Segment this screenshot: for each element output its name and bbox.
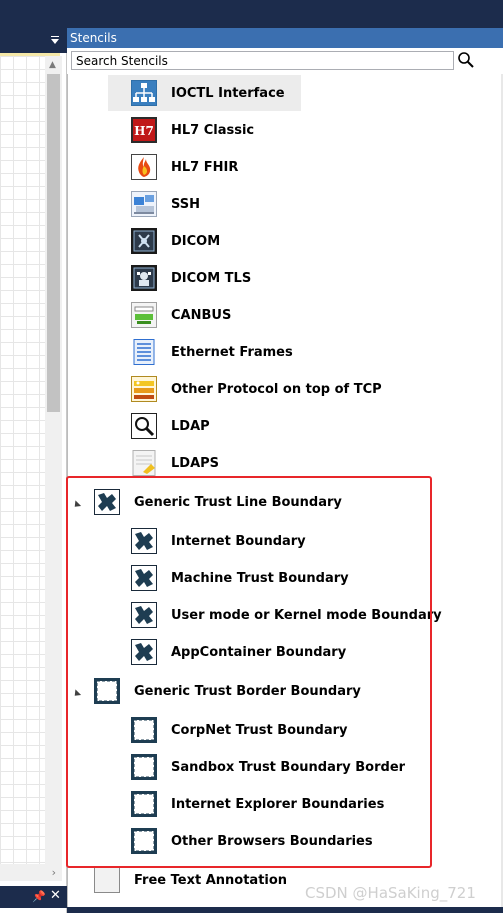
search-icon[interactable] <box>457 51 475 69</box>
list-item-label: AppContainer Boundary <box>171 644 347 660</box>
horizontal-scrollbar[interactable]: › <box>0 864 62 881</box>
vertical-scrollbar[interactable]: ▲ <box>45 56 62 864</box>
stencils-title-bar: Stencils <box>67 28 503 48</box>
left-pane-header <box>0 33 67 53</box>
group-header[interactable]: Generic Trust Border Boundary <box>94 673 361 709</box>
left-titlebar <box>0 0 67 33</box>
ethernet-frames-icon <box>133 339 155 365</box>
list-item[interactable]: Internet Boundary <box>131 523 306 559</box>
list-item-label: Internet Explorer Boundaries <box>171 796 385 812</box>
kernel-mode-boundary-icon <box>131 602 157 628</box>
collapse-arrow-icon[interactable] <box>71 500 82 510</box>
scroll-up-icon[interactable]: ▲ <box>49 60 56 70</box>
list-item[interactable]: HL7 FHIR <box>131 149 238 185</box>
tcp-protocol-icon <box>131 376 157 402</box>
list-item[interactable]: Ethernet Frames <box>131 334 293 370</box>
list-item[interactable]: IOCTL Interface <box>108 75 301 111</box>
svg-text:H7: H7 <box>134 124 154 138</box>
list-item-label: Machine Trust Boundary <box>171 570 349 586</box>
list-item[interactable]: LDAP <box>131 408 210 444</box>
machine-trust-boundary-icon <box>131 565 157 591</box>
list-item[interactable]: User mode or Kernel mode Boundary <box>131 597 442 633</box>
ssh-icon <box>131 191 157 217</box>
bottom-bar <box>67 907 503 913</box>
collapse-arrow-icon[interactable] <box>71 689 82 699</box>
list-item-label: DICOM <box>171 233 221 249</box>
list-item[interactable]: CANBUS <box>131 297 231 333</box>
left-pane: ▲ › 📌 ✕ <box>0 0 67 913</box>
ldaps-icon <box>132 450 156 476</box>
list-item-label: CANBUS <box>171 307 232 323</box>
list-item[interactable]: AppContainer Boundary <box>131 634 346 670</box>
list-item[interactable]: Other Protocol on top of TCP <box>131 371 382 407</box>
canbus-icon <box>131 302 157 328</box>
drawing-canvas[interactable] <box>0 56 45 864</box>
other-browsers-boundary-icon <box>131 828 157 854</box>
list-item[interactable]: DICOM <box>131 223 220 259</box>
list-item-label: Other Protocol on top of TCP <box>171 381 382 397</box>
text-annotation-icon <box>94 867 120 893</box>
list-item-label: Free Text Annotation <box>134 872 288 888</box>
stencils-panel: Stencils IOCTL Interface <box>67 0 503 913</box>
list-item-label: LDAP <box>171 418 210 434</box>
ldap-icon <box>131 413 157 439</box>
corpnet-boundary-icon <box>131 717 157 743</box>
list-item-label: Other Browsers Boundaries <box>171 833 373 849</box>
list-item-label: HL7 Classic <box>171 122 255 138</box>
pin-icon[interactable]: 📌 <box>32 890 46 903</box>
dicom-tls-icon <box>131 265 157 291</box>
hl7-fhir-icon <box>131 154 157 180</box>
watermark: CSDN @HaSaKing_721 <box>305 884 476 902</box>
list-item-label: SSH <box>171 196 201 212</box>
list-item[interactable]: CorpNet Trust Boundary <box>131 712 348 748</box>
stencil-list[interactable]: IOCTL Interface H7 HL7 Classic HL7 FHIR <box>67 74 503 913</box>
list-item[interactable]: DICOM TLS <box>131 260 251 296</box>
panel-title: Stencils <box>70 31 117 45</box>
close-icon[interactable]: ✕ <box>50 888 61 903</box>
list-item-label: DICOM TLS <box>171 270 252 286</box>
list-item-label: IOCTL Interface <box>171 85 285 101</box>
scrollbar-thumb[interactable] <box>47 74 60 412</box>
dropdown-arrow-icon[interactable] <box>51 39 59 44</box>
dicom-icon <box>131 228 157 254</box>
list-item[interactable]: Sandbox Trust Boundary Border <box>131 749 405 785</box>
ioctl-icon <box>131 80 157 106</box>
group-label: Generic Trust Line Boundary <box>134 494 342 510</box>
list-item-label: HL7 FHIR <box>171 159 239 175</box>
group-label: Generic Trust Border Boundary <box>134 683 361 699</box>
list-item-label: LDAPS <box>171 455 220 471</box>
search-input[interactable] <box>71 51 454 70</box>
group-header[interactable]: Generic Trust Line Boundary <box>94 484 342 520</box>
left-bottom-panel-bar: 📌 ✕ <box>0 886 67 908</box>
search-row <box>67 48 503 74</box>
list-item[interactable]: LDAPS <box>131 445 219 481</box>
list-item-label: Ethernet Frames <box>171 344 293 360</box>
hl7-classic-icon: H7 <box>131 117 157 143</box>
list-item-label: Internet Boundary <box>171 533 306 549</box>
list-item[interactable]: H7 HL7 Classic <box>131 112 254 148</box>
trust-border-boundary-icon <box>94 678 120 704</box>
sandbox-boundary-icon <box>131 754 157 780</box>
internet-boundary-icon <box>131 528 157 554</box>
appcontainer-boundary-icon <box>131 639 157 665</box>
internet-explorer-boundary-icon <box>131 791 157 817</box>
list-item[interactable]: Free Text Annotation <box>94 862 287 898</box>
list-item-label: CorpNet Trust Boundary <box>171 722 348 738</box>
list-item[interactable]: Internet Explorer Boundaries <box>131 786 384 822</box>
list-item[interactable]: SSH <box>131 186 200 222</box>
list-item-label: User mode or Kernel mode Boundary <box>171 607 442 623</box>
trust-line-boundary-icon <box>94 489 120 515</box>
list-item-label: Sandbox Trust Boundary Border <box>171 759 406 775</box>
list-item[interactable]: Other Browsers Boundaries <box>131 823 373 859</box>
list-item[interactable]: Machine Trust Boundary <box>131 560 349 596</box>
scroll-right-icon[interactable]: › <box>52 866 56 879</box>
